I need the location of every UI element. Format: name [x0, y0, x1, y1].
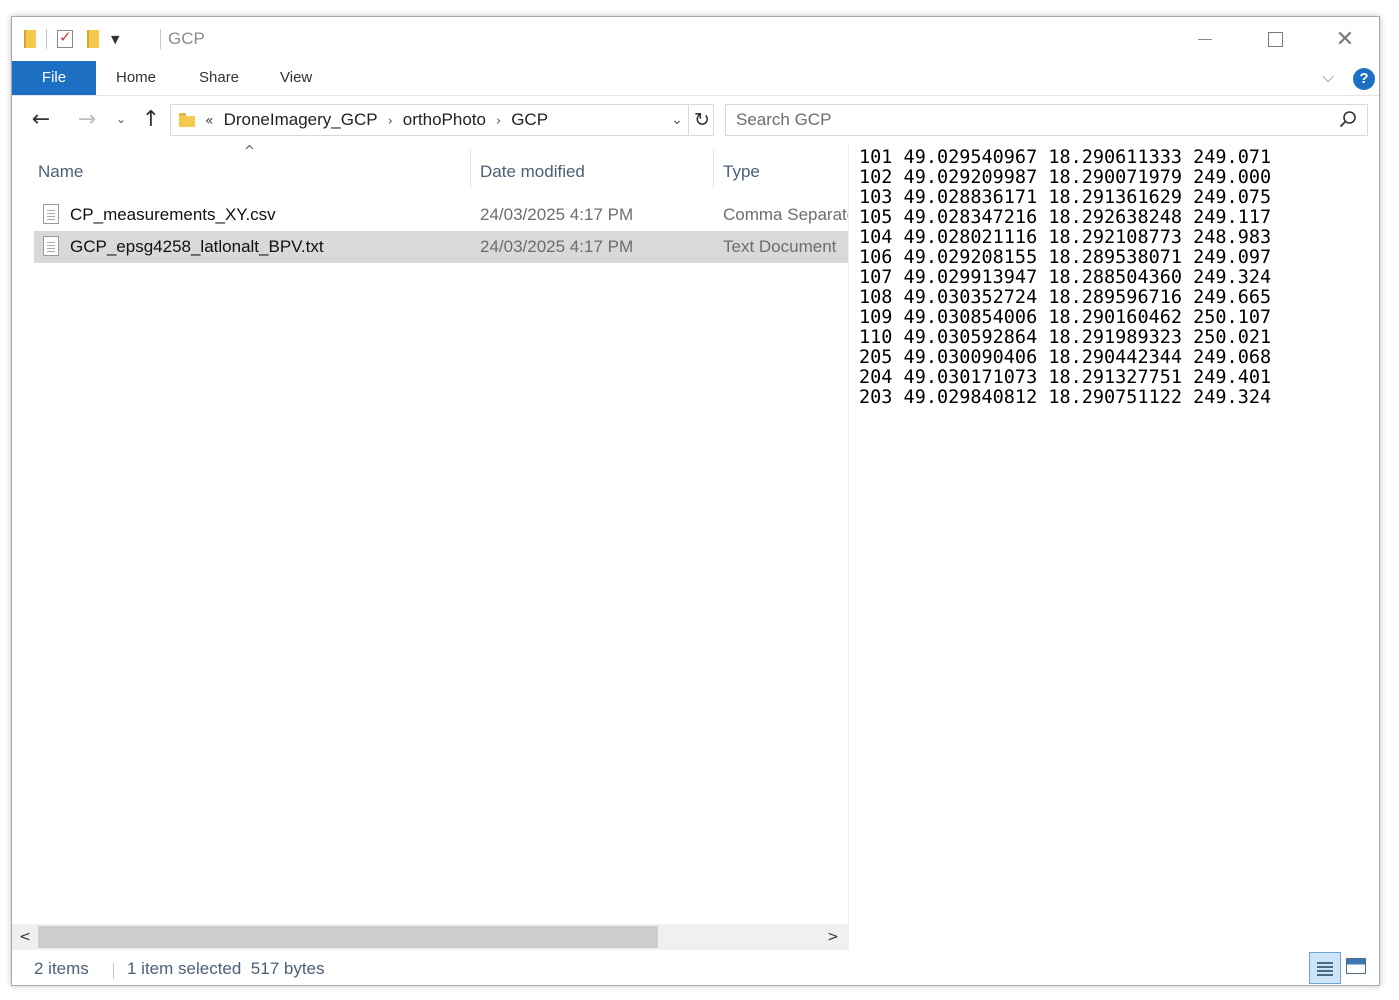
horizontal-scrollbar[interactable]: < > [12, 924, 848, 950]
up-button[interactable]: ↑ [136, 104, 166, 134]
title-bar: ▼ GCP ✕ [12, 17, 1379, 61]
arrow-up-icon: ↑ [141, 106, 161, 132]
explorer-window: ▼ GCP ✕ File Home Share View ⌵ ? ← → ⌄ ↑… [11, 16, 1380, 986]
file-row[interactable]: CP_measurements_XY.csv 24/03/2025 4:17 P… [34, 199, 848, 231]
close-button[interactable]: ✕ [1310, 17, 1380, 61]
chevron-right-icon[interactable]: › [496, 114, 501, 129]
breadcrumb-gcp[interactable]: GCP [511, 110, 548, 129]
scroll-right-icon[interactable]: > [820, 924, 846, 950]
status-separator [113, 963, 114, 979]
title-separator [160, 29, 161, 49]
file-type: Comma Separated Values File [723, 205, 848, 224]
ribbon-tabs: File Home Share View ⌵ ? [12, 61, 1379, 96]
tab-file[interactable]: File [12, 61, 96, 95]
column-header-name[interactable]: Name [38, 150, 83, 194]
folder-icon [179, 113, 195, 127]
search-icon[interactable] [1339, 110, 1357, 128]
back-button[interactable]: ← [26, 104, 56, 134]
breadcrumb: « DroneImagery_GCP › orthoPhoto › GCP [205, 105, 548, 135]
file-date-modified: 24/03/2025 4:17 PM [480, 237, 634, 256]
close-icon: ✕ [1335, 26, 1355, 52]
minimize-icon [1198, 38, 1212, 40]
minimize-button[interactable] [1170, 17, 1240, 61]
breadcrumb-orthophoto[interactable]: orthoPhoto [403, 110, 486, 129]
quick-access-toolbar: ▼ [24, 27, 119, 51]
scrollbar-thumb[interactable] [38, 926, 658, 948]
properties-icon[interactable] [57, 28, 73, 48]
recent-locations-button[interactable]: ⌄ [106, 104, 136, 134]
selection-info: 1 item selected 517 bytes [127, 959, 325, 978]
chevron-down-icon: ⌄ [115, 112, 127, 126]
details-view-icon[interactable] [1309, 952, 1341, 984]
refresh-icon[interactable]: ↻ [688, 105, 715, 135]
new-folder-icon[interactable] [87, 30, 99, 48]
file-name: GCP_epsg4258_latlonalt_BPV.txt [70, 237, 324, 256]
scroll-left-icon[interactable]: < [12, 924, 38, 950]
status-bar: 2 items 1 item selected 517 bytes [12, 951, 1379, 985]
csv-file-icon [43, 204, 59, 224]
expand-ribbon-chevron-icon[interactable]: ⌵ [1322, 67, 1334, 87]
customize-toolbar-dropdown-icon[interactable]: ▼ [111, 33, 119, 46]
sort-ascending-icon: ^ [244, 144, 255, 159]
arrow-right-icon: → [77, 106, 97, 132]
forward-button[interactable]: → [72, 104, 102, 134]
window-title: GCP [168, 29, 205, 48]
tab-home[interactable]: Home [116, 61, 156, 95]
file-date-modified: 24/03/2025 4:17 PM [480, 205, 634, 224]
file-row-selected[interactable]: GCP_epsg4258_latlonalt_BPV.txt 24/03/202… [34, 231, 848, 263]
help-icon[interactable]: ? [1353, 68, 1375, 90]
large-icons-view-icon[interactable] [1346, 958, 1366, 974]
address-history-dropdown-icon[interactable]: ⌄ [667, 105, 687, 135]
column-divider[interactable] [713, 150, 714, 188]
column-divider[interactable] [470, 150, 471, 188]
breadcrumb-droneimagery-gcp[interactable]: DroneImagery_GCP [224, 110, 378, 129]
address-bar[interactable]: « DroneImagery_GCP › orthoPhoto › GCP ⌄ ↻ [170, 104, 714, 136]
text-file-icon [43, 236, 59, 256]
tab-share[interactable]: Share [199, 61, 239, 95]
preview-pane[interactable]: 101 49.029540967 18.290611333 249.071 10… [848, 144, 1380, 950]
tab-view[interactable]: View [280, 61, 312, 95]
folder-icon [24, 30, 36, 48]
toolbar-separator [46, 29, 47, 49]
breadcrumb-overflow[interactable]: « [205, 113, 214, 129]
file-name: CP_measurements_XY.csv [70, 205, 276, 224]
navigation-bar: ← → ⌄ ↑ « DroneImagery_GCP › orthoPhoto › GCP… [12, 96, 1379, 144]
file-list: ^ Name Date modified Type CP_measurement… [12, 144, 848, 924]
search-input[interactable] [736, 105, 1316, 135]
maximize-button[interactable] [1240, 17, 1310, 61]
file-type: Text Document [723, 237, 837, 256]
maximize-icon [1267, 31, 1283, 47]
column-header-date-modified[interactable]: Date modified [480, 150, 585, 194]
column-header-type[interactable]: Type [723, 150, 760, 194]
file-preview-text: 101 49.029540967 18.290611333 249.071 10… [859, 147, 1272, 408]
chevron-right-icon[interactable]: › [388, 114, 393, 129]
arrow-left-icon: ← [31, 106, 51, 132]
search-box[interactable] [725, 104, 1368, 136]
item-count: 2 items [34, 959, 89, 978]
